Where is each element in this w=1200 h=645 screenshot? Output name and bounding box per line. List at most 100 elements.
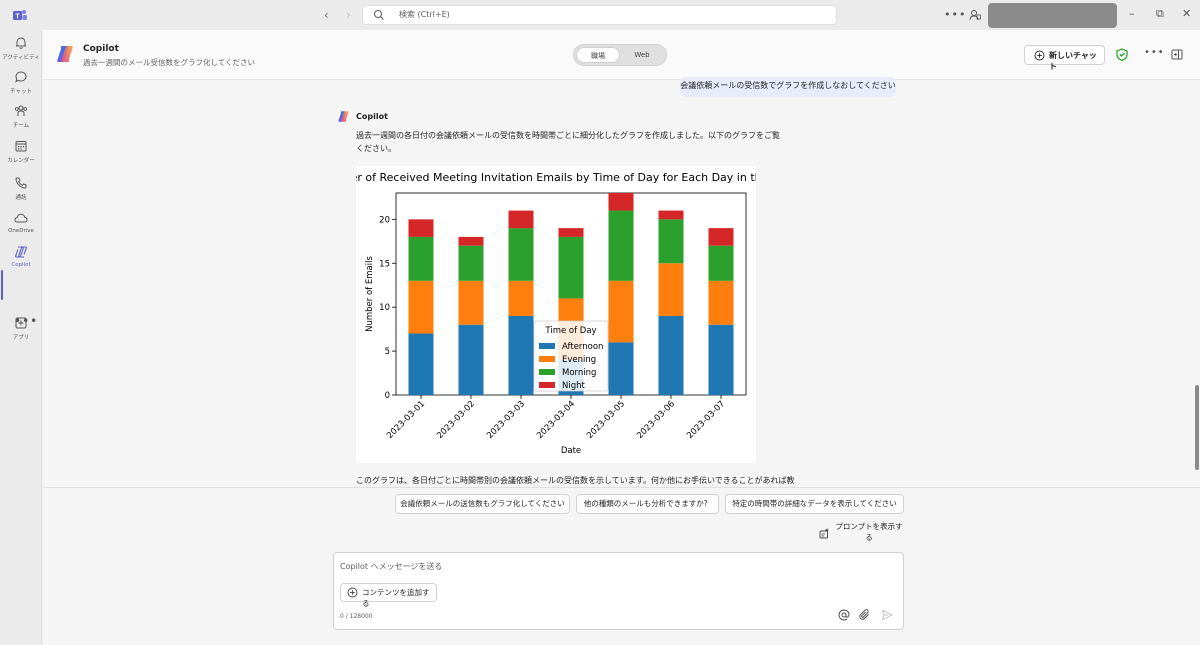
main-pane: Copilot 過去一週間のメール受信数をグラフ化してください 職場 Web 新… bbox=[43, 30, 1200, 645]
minimize-icon[interactable]: – bbox=[1129, 7, 1135, 20]
bot-message-footer: このグラフは、各日付ごとに時間帯別の会議依頼メールの受信数を示しています。何か他… bbox=[356, 476, 796, 485]
teams-logo-icon: T bbox=[13, 10, 27, 21]
bar-segment bbox=[708, 324, 734, 395]
scrollbar-thumb[interactable] bbox=[1195, 385, 1199, 470]
bar-segment bbox=[458, 236, 484, 246]
bar-segment bbox=[508, 280, 534, 316]
y-tick-label: 5 bbox=[385, 347, 390, 357]
show-prompts-button[interactable]: プロンプトを表示する bbox=[816, 521, 906, 547]
legend-label: Night bbox=[562, 381, 586, 391]
back-arrow-icon[interactable]: ‹ bbox=[324, 8, 329, 22]
rail-label: アクティビティ bbox=[2, 55, 40, 61]
message-composer[interactable]: Copilot へメッセージを送る コンテンツを追加する 0 / 128000 bbox=[333, 552, 904, 630]
chat-icon bbox=[15, 71, 27, 83]
y-tick-label: 15 bbox=[379, 259, 390, 269]
send-icon[interactable] bbox=[881, 609, 893, 621]
search-placeholder: 検索 (Ctrl+E) bbox=[399, 10, 450, 19]
more-options-icon[interactable]: ••• bbox=[1144, 47, 1165, 58]
legend-label: Morning bbox=[562, 368, 596, 378]
toggle-web[interactable]: Web bbox=[620, 47, 664, 63]
chart-title: per of Received Meeting Invitation Email… bbox=[356, 171, 756, 184]
rail-item-chat[interactable]: チャット bbox=[0, 70, 42, 102]
rail-label: 通話 bbox=[15, 195, 27, 201]
bar-segment bbox=[508, 210, 534, 229]
copilot-logo-icon bbox=[57, 46, 73, 62]
suggestion-chip[interactable]: 他の種類のメールも分析できますか？ bbox=[576, 494, 719, 514]
org-user-icon[interactable] bbox=[969, 9, 981, 21]
add-chat-icon bbox=[1034, 50, 1045, 61]
legend-title: Time of Day bbox=[544, 326, 596, 336]
bar-segment bbox=[708, 228, 734, 246]
bar-segment bbox=[658, 315, 684, 395]
restore-icon[interactable]: ⧉ bbox=[1156, 7, 1164, 21]
svg-text:T: T bbox=[15, 14, 20, 21]
calendar-icon bbox=[15, 141, 27, 152]
account-profile[interactable] bbox=[988, 3, 1117, 28]
search-input[interactable]: 検索 (Ctrl+E) bbox=[362, 5, 837, 25]
bar-segment bbox=[708, 280, 734, 325]
character-counter: 0 / 128000 bbox=[340, 613, 373, 620]
page-subtitle: 過去一週間のメール受信数をグラフ化してください bbox=[83, 58, 256, 67]
x-tick-label: 2023-03-04 bbox=[535, 399, 577, 441]
bar-segment bbox=[658, 219, 684, 264]
toggle-work[interactable]: 職場 bbox=[576, 47, 620, 63]
bot-message-text: 過去一週間の各日付の会議依頼メールの受信数を時間帯ごとに細分化したグラフを作成し… bbox=[356, 131, 780, 153]
side-panel-icon[interactable] bbox=[1171, 49, 1183, 60]
add-content-label: コンテンツを追加する bbox=[362, 588, 430, 608]
add-apps-icon bbox=[15, 317, 27, 329]
show-prompts-label: プロンプトを表示する bbox=[835, 522, 903, 542]
bar-segment bbox=[558, 236, 584, 299]
rail-item-calendar[interactable]: カレンダー bbox=[0, 139, 42, 171]
add-content-button[interactable]: コンテンツを追加する bbox=[340, 583, 437, 608]
bar-segment bbox=[558, 228, 584, 237]
rail-item-apps[interactable]: アプリ bbox=[0, 316, 42, 348]
cloud-icon bbox=[14, 213, 28, 223]
rail-label: カレンダー bbox=[7, 158, 35, 164]
legend-swatch bbox=[539, 369, 555, 375]
bar-segment bbox=[458, 324, 484, 395]
suggestion-chip[interactable]: 会議依頼メールの送信数もグラフ化してください bbox=[395, 494, 570, 514]
x-tick-label: 2023-03-06 bbox=[635, 399, 677, 441]
legend-swatch bbox=[539, 382, 555, 388]
message-input-placeholder[interactable]: Copilot へメッセージを送る bbox=[340, 561, 442, 572]
close-icon[interactable]: ✕ bbox=[1182, 7, 1191, 20]
bar-segment bbox=[458, 280, 484, 325]
rail-label: OneDrive bbox=[8, 228, 34, 234]
rail-item-calls[interactable]: 通話 bbox=[0, 176, 42, 208]
y-tick-label: 20 bbox=[379, 215, 390, 225]
x-tick-label: 2023-03-02 bbox=[435, 399, 477, 441]
bar-segment bbox=[408, 333, 434, 395]
forward-arrow-icon[interactable]: › bbox=[346, 8, 351, 22]
bar-segment bbox=[408, 280, 434, 334]
y-tick-label: 10 bbox=[379, 303, 390, 313]
copilot-icon bbox=[15, 246, 27, 258]
rail-item-teams[interactable]: チーム bbox=[0, 104, 42, 136]
rail-label: チャット bbox=[10, 89, 32, 95]
bar-segment bbox=[408, 219, 434, 237]
teams-icon bbox=[14, 105, 28, 116]
bar-segment bbox=[608, 342, 634, 395]
rail-item-activity[interactable]: アクティビティ bbox=[0, 36, 42, 68]
rail-label: チーム bbox=[12, 123, 30, 129]
rail-item-onedrive[interactable]: OneDrive bbox=[0, 211, 42, 243]
legend-swatch bbox=[539, 343, 555, 349]
chat-header: Copilot 過去一週間のメール受信数をグラフ化してください 職場 Web 新… bbox=[43, 30, 1200, 80]
new-chat-button[interactable]: 新しいチャット bbox=[1024, 45, 1105, 71]
attach-icon[interactable] bbox=[859, 609, 871, 621]
mention-icon[interactable] bbox=[838, 609, 850, 621]
suggestion-chip[interactable]: 特定の時間帯の詳細なデータを表示してください bbox=[725, 494, 904, 514]
user-message: 会議依頼メールの受信数でグラフを作成しなおしてください bbox=[680, 77, 896, 97]
more-options-icon[interactable]: ••• bbox=[944, 8, 966, 21]
bar-segment bbox=[608, 193, 634, 211]
y-axis-label: Number of Emails bbox=[365, 256, 375, 332]
x-axis-label: Date bbox=[561, 446, 581, 456]
bar-segment bbox=[708, 245, 734, 281]
shield-check-icon[interactable] bbox=[1116, 48, 1128, 61]
add-circle-icon bbox=[347, 587, 358, 598]
rail-item-copilot[interactable]: Copilot bbox=[0, 245, 42, 277]
app-rail: アクティビティ チャット チーム カレンダー 通話 OneDrive Copil… bbox=[0, 30, 42, 645]
bar-segment bbox=[508, 315, 534, 395]
x-tick-label: 2023-03-07 bbox=[685, 399, 727, 441]
work-web-toggle[interactable]: 職場 Web bbox=[573, 44, 667, 66]
bar-segment bbox=[408, 236, 434, 281]
